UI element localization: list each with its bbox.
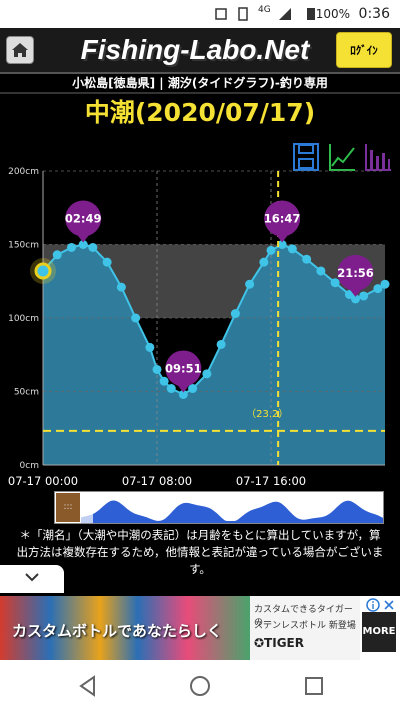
tide-point: [88, 242, 98, 252]
ad-copy[interactable]: カスタムできるタイガーのー ステンレスボトル 新登場 ✪TIGER: [250, 596, 360, 660]
network-label: 4G: [258, 5, 271, 15]
range-overview-wave: [55, 500, 383, 523]
status-bar: 4G 100% 0:36: [0, 0, 400, 28]
tide-point: [380, 279, 390, 289]
tide-point: [359, 291, 369, 301]
range-handle[interactable]: :::: [55, 492, 81, 523]
tide-name-notice: ＊「潮名」（大潮や中潮の表記）は月齢をもとに算出していますが，算出方法は複数存在…: [16, 528, 384, 576]
site-header: Fishing-Labo.Net ﾛｸﾞｲﾝ: [0, 28, 400, 74]
current-time-marker: [34, 262, 52, 280]
chart-band-lower: [43, 318, 385, 392]
ad-line2: ステンレスボトル 新登場: [254, 621, 356, 631]
tide-marker-label: 21:56: [337, 266, 374, 280]
tide-point: [131, 313, 141, 323]
tide-point: [166, 384, 176, 394]
y-tick-label: 0cm: [20, 461, 39, 471]
range-slider[interactable]: :::: [54, 491, 384, 524]
y-tick-label: 100cm: [8, 314, 39, 324]
ad-image[interactable]: カスタムボトルであなたらしく: [0, 596, 250, 660]
clock: 0:36: [358, 6, 390, 22]
x-tick-label: 07-17 16:00: [236, 474, 306, 488]
tide-point: [159, 376, 169, 386]
ad-info-icon[interactable]: [366, 598, 380, 612]
ad-banner[interactable]: カスタムボトルであなたらしく カスタムできるタイガーのー ステンレスボトル 新登…: [0, 596, 400, 660]
tide-chart[interactable]: 0cm 50cm 100cm 150cm 200cm 07-17 00:00 07-17 0…: [0, 165, 400, 495]
breadcrumb: 小松島[徳島県] | 潮汐(タイドグラフ)-釣り専用: [0, 74, 400, 94]
site-logo[interactable]: Fishing-Labo.Net: [80, 34, 310, 66]
cursor-value-label: （23.2）: [246, 408, 288, 420]
system-nav-bar: [0, 660, 400, 711]
tide-marker-label: 02:49: [65, 212, 102, 226]
y-tick-label: 150cm: [8, 241, 39, 251]
tide-point: [67, 242, 76, 252]
signal-icon: [279, 8, 291, 20]
tide-marker-label: 16:47: [264, 212, 301, 226]
chart-band-lower: [43, 392, 385, 466]
tide-point: [259, 257, 269, 267]
tide-point: [266, 245, 276, 255]
tide-point: [152, 364, 162, 374]
x-tick-label: 07-17 08:00: [122, 474, 192, 488]
ad-brand: ✪TIGER: [254, 636, 304, 650]
home-nav-icon[interactable]: [188, 674, 212, 698]
sim-icon: [238, 7, 248, 21]
tide-point: [230, 309, 240, 319]
tide-point: [202, 369, 212, 379]
battery-percent: 100%: [315, 7, 350, 21]
rotate-icon: [215, 8, 227, 20]
chevron-down-icon: [25, 573, 39, 582]
page-title: 中潮(2020/07/17): [84, 98, 316, 127]
back-icon[interactable]: [76, 674, 100, 698]
y-tick-label: 200cm: [8, 167, 39, 177]
tide-point: [102, 257, 112, 267]
tide-point: [216, 339, 226, 349]
tide-marker-label: 09:51: [165, 361, 202, 375]
collapse-ad-button[interactable]: [0, 565, 64, 593]
tide-point: [145, 342, 155, 352]
battery-icon: [307, 8, 315, 20]
tide-point: [302, 254, 312, 264]
x-tick-label: 07-17 00:00: [8, 474, 78, 488]
tide-point: [287, 244, 297, 254]
ad-more-button[interactable]: MORE: [362, 612, 396, 652]
ad-close-icon[interactable]: [382, 598, 396, 612]
login-button[interactable]: ﾛｸﾞｲﾝ: [336, 32, 392, 68]
tide-point: [188, 384, 198, 394]
tide-point: [116, 282, 126, 292]
range-selection: [81, 492, 93, 523]
ad-main-text: カスタムボトルであなたらしく: [12, 622, 222, 640]
tide-point: [52, 250, 62, 260]
tide-point: [245, 279, 255, 289]
home-icon: [12, 43, 28, 57]
recents-icon[interactable]: [302, 674, 326, 698]
home-button[interactable]: [6, 36, 34, 64]
tide-point: [316, 266, 326, 276]
y-tick-label: 50cm: [14, 388, 39, 398]
app-root: { "status_bar": { "time": "0:36", "batte…: [0, 0, 400, 711]
